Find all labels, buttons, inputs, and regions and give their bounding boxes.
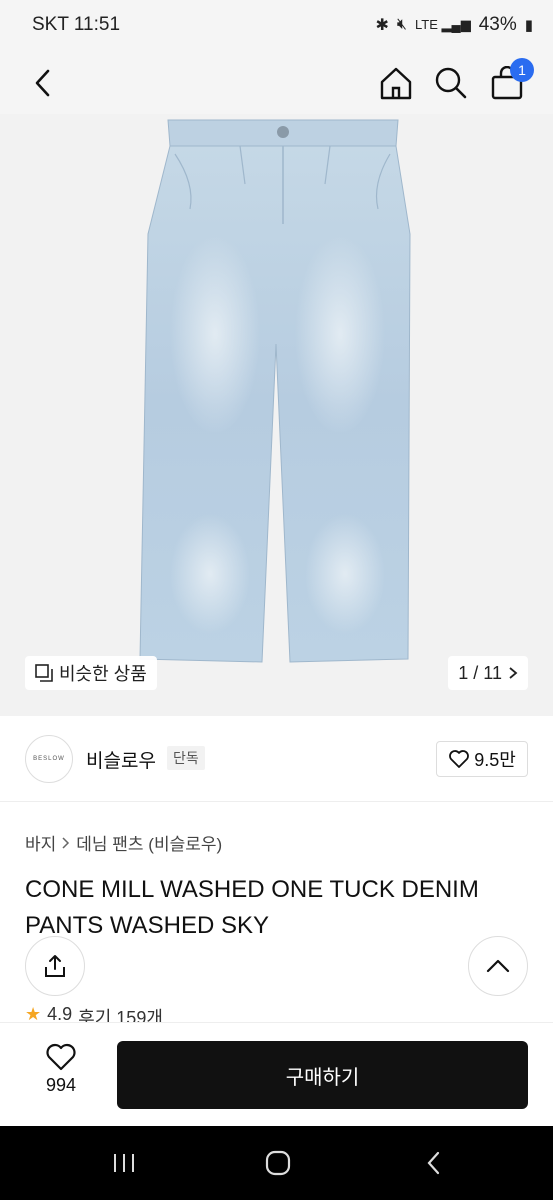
copy-icon [35, 664, 53, 682]
chevron-right-icon [62, 836, 70, 849]
signal-icon: LTE ▂▄▆ [415, 17, 471, 32]
breadcrumb-category[interactable]: 바지 [25, 830, 56, 855]
chevron-right-icon [509, 667, 518, 679]
recent-apps-button[interactable] [104, 1146, 144, 1180]
battery-level: 43% [478, 14, 517, 35]
breadcrumb-subcategory[interactable]: 데님 팬츠 (비슬로우) [76, 830, 222, 855]
back-nav-button[interactable] [414, 1146, 454, 1180]
carrier-time: SKT 11:51 [32, 14, 121, 35]
system-navigation-bar [0, 1126, 553, 1200]
scroll-top-button[interactable] [468, 936, 528, 996]
mute-icon: 🔇︎ [396, 16, 407, 33]
chevron-up-icon [486, 959, 510, 973]
rating-score: 4.9 [47, 1004, 73, 1022]
home-button[interactable] [373, 60, 419, 106]
wish-button[interactable]: 994 [24, 1043, 98, 1096]
buy-button[interactable]: 구매하기 [117, 1041, 528, 1109]
home-icon [380, 67, 412, 100]
back-icon [427, 1151, 440, 1175]
battery-icon: ▮ [524, 17, 533, 34]
search-button[interactable] [428, 60, 474, 106]
heart-icon [449, 750, 470, 768]
buy-button-label: 구매하기 [285, 1066, 360, 1089]
similar-products-button[interactable]: 비슷한 상품 [25, 656, 157, 690]
bottom-action-bar: 994 구매하기 [0, 1022, 553, 1126]
brand-logo-text: BESLOW [33, 756, 65, 762]
similar-products-label: 비슷한 상품 [59, 664, 147, 684]
home-nav-button[interactable] [258, 1146, 298, 1180]
star-icon: ★ [25, 1004, 42, 1022]
share-icon [45, 955, 65, 977]
brand-name[interactable]: 비슬로우 [86, 746, 156, 773]
brand-row: BESLOW 비슬로우 단독 9.5만 [0, 716, 553, 802]
back-button[interactable] [20, 60, 66, 106]
exclusive-badge: 단독 [167, 746, 205, 770]
chevron-left-icon [35, 69, 50, 97]
cart-button[interactable]: 1 [484, 58, 534, 106]
review-count: 후기 159개 [78, 1008, 163, 1022]
home-circle-icon [265, 1150, 291, 1176]
top-navigation: 1 [0, 52, 553, 114]
share-button[interactable] [25, 936, 85, 996]
product-title: CONE MILL WASHED ONE TUCK DENIM PANTS WA… [25, 876, 479, 939]
product-image[interactable]: 비슷한 상품 1 / 11 [0, 114, 553, 716]
status-indicators: ✱ 🔇︎ LTE ▂▄▆ 43% ▮ [376, 14, 534, 36]
cart-count-badge: 1 [510, 58, 534, 82]
wish-count: 994 [45, 1075, 77, 1095]
recent-apps-icon [114, 1154, 134, 1172]
search-icon [435, 67, 467, 99]
page-count: 1 / 11 [458, 662, 502, 683]
image-page-indicator[interactable]: 1 / 11 [448, 656, 528, 690]
denim-pants-image [139, 119, 411, 663]
status-bar: SKT 11:51 ✱ 🔇︎ LTE ▂▄▆ 43% ▮ [0, 0, 553, 52]
brand-like-button[interactable]: 9.5만 [436, 741, 528, 777]
brand-logo[interactable]: BESLOW [25, 735, 73, 783]
rating-row[interactable]: ★ 4.9 후기 159개 [25, 1004, 163, 1022]
brand-like-count: 9.5만 [474, 750, 516, 770]
bluetooth-icon: ✱ [375, 17, 389, 34]
breadcrumb: 바지 데님 팬츠 (비슬로우) [25, 830, 222, 855]
heart-icon [46, 1043, 76, 1071]
